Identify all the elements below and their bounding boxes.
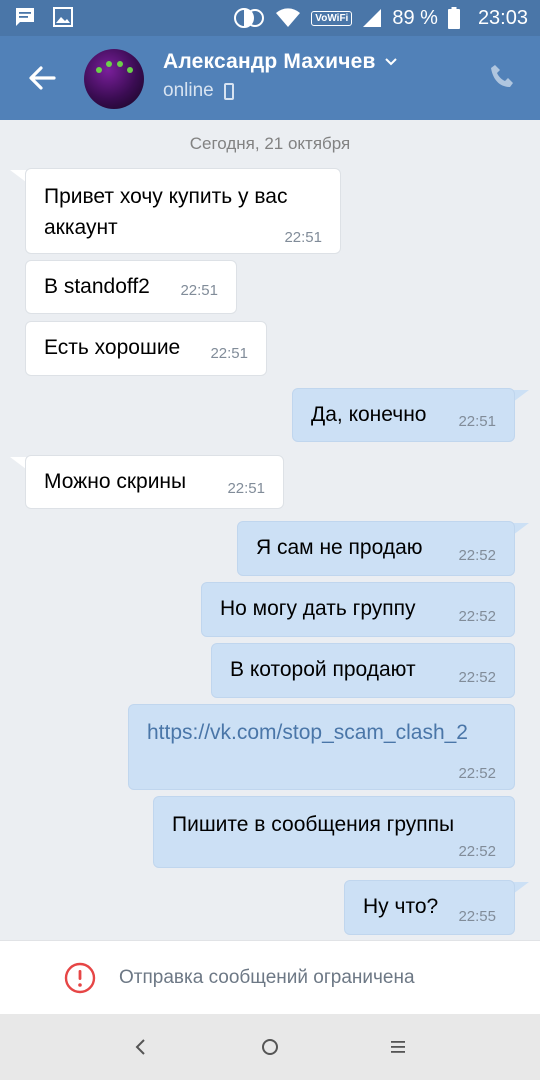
battery-percent: 89 % <box>392 6 438 29</box>
phone-icon[interactable] <box>488 62 518 92</box>
message-outgoing[interactable]: Я сам не продаю 22:52 <box>237 521 515 576</box>
date-separator: Сегодня, 21 октября <box>189 134 351 153</box>
avatar[interactable] <box>84 49 144 109</box>
message-time: 22:52 <box>458 669 496 686</box>
bubble-tail <box>513 882 529 894</box>
message-outgoing[interactable]: Но могу дать группу 22:52 <box>201 582 515 637</box>
message-list[interactable]: Сегодня, 21 октября Привет хочу купить у… <box>0 120 540 940</box>
message-outgoing[interactable]: https://vk.com/stop_scam_clash_2 22:52 <box>128 704 515 790</box>
bubble-tail <box>513 390 529 402</box>
message-incoming[interactable]: Есть хорошие 22:51 <box>25 321 267 376</box>
message-text: В которой продают <box>230 658 416 681</box>
back-arrow-icon[interactable] <box>22 58 62 98</box>
message-icon <box>16 8 34 26</box>
battery-icon <box>447 7 460 29</box>
message-time: 22:51 <box>180 282 218 299</box>
clock: 23:03 <box>477 6 528 29</box>
message-time: 22:51 <box>210 345 248 362</box>
message-time: 22:51 <box>284 229 322 246</box>
signal-icon <box>363 9 382 27</box>
contact-status-row: online <box>163 80 234 102</box>
alert-circle-icon <box>64 962 96 994</box>
message-outgoing[interactable]: Да, конечно 22:51 <box>292 388 515 442</box>
message-link[interactable]: https://vk.com/stop_scam_clash_2 <box>147 717 502 748</box>
message-outgoing[interactable]: Пишите в сообщения группы 22:52 <box>153 796 515 868</box>
message-time: 22:52 <box>458 765 496 782</box>
bubble-tail <box>513 523 529 535</box>
menu-nav-icon[interactable] <box>385 1034 411 1060</box>
message-text: Пишите в сообщения группы <box>172 813 455 836</box>
data-saver-icon <box>234 8 265 28</box>
wifi-icon <box>276 8 301 27</box>
messaging-restricted-bar: Отправка сообщений ограничена <box>0 940 540 1015</box>
message-time: 22:51 <box>227 480 265 497</box>
message-outgoing[interactable]: Ну что? 22:55 <box>344 880 515 935</box>
message-time: 22:52 <box>458 608 496 625</box>
contact-status: online <box>163 80 214 101</box>
mobile-icon <box>223 82 234 100</box>
message-time: 22:51 <box>458 413 496 430</box>
message-incoming[interactable]: Можно скрины 22:51 <box>25 455 284 509</box>
message-text: Но могу дать группу <box>220 597 416 620</box>
message-incoming[interactable]: Привет хочу купить у вас аккаунт 22:51 <box>25 168 341 254</box>
status-bar: VoWiFi 89 % 23:03 <box>0 0 540 36</box>
message-time: 22:52 <box>458 547 496 564</box>
bubble-tail <box>10 170 26 182</box>
message-outgoing[interactable]: В которой продают 22:52 <box>211 643 515 698</box>
contact-name: Александр Махичев <box>163 50 376 73</box>
chat-header: Александр Махичев online <box>0 36 540 120</box>
message-time: 22:52 <box>458 843 496 860</box>
image-icon <box>53 7 73 27</box>
contact-name-row[interactable]: Александр Махичев <box>163 50 398 74</box>
message-incoming[interactable]: В standoff2 22:51 <box>25 260 237 314</box>
back-nav-icon[interactable] <box>128 1034 154 1060</box>
home-nav-icon[interactable] <box>257 1034 283 1060</box>
bubble-tail <box>10 457 26 469</box>
restriction-text: Отправка сообщений ограничена <box>119 967 415 988</box>
system-nav-bar <box>0 1014 540 1080</box>
vowifi-label: VoWiFi <box>311 10 353 26</box>
message-time: 22:55 <box>458 908 496 925</box>
chevron-down-icon <box>384 58 397 66</box>
